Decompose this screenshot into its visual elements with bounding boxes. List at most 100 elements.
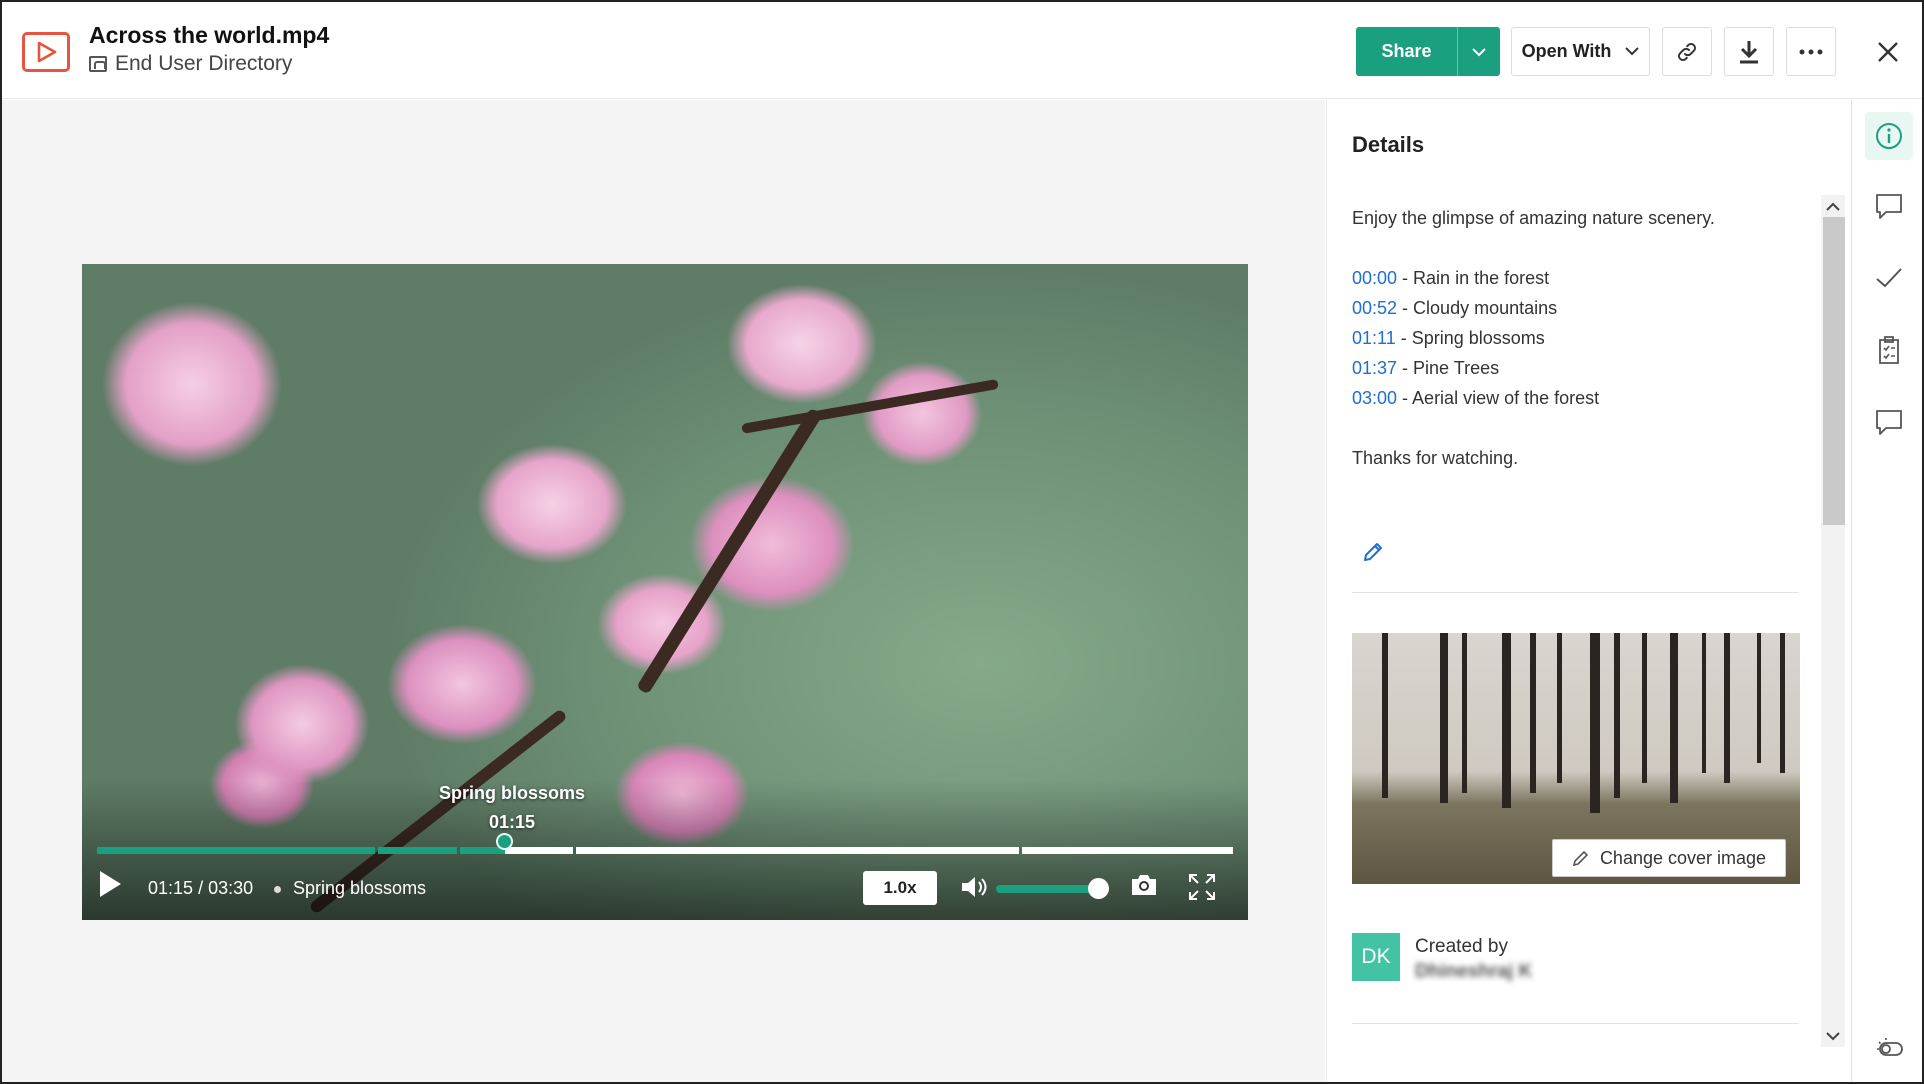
edit-description-button[interactable]	[1362, 541, 1384, 568]
volume-handle[interactable]	[1088, 878, 1109, 899]
download-icon	[1740, 40, 1758, 63]
details-panel: Details Enjoy the glimpse of amazing nat…	[1326, 100, 1851, 1082]
cover-tree	[1702, 633, 1706, 773]
current-chapter: Spring blossoms	[293, 878, 427, 898]
duration: 03:30	[208, 878, 254, 898]
rail-info-button[interactable]	[1865, 112, 1913, 160]
file-name: Across the world.mp4	[89, 22, 330, 48]
cover-tree	[1642, 633, 1647, 783]
chapter-label: - Cloudy mountains	[1397, 298, 1558, 318]
download-button[interactable]	[1724, 27, 1774, 76]
chapter-tooltip: Spring blossoms 01:15	[432, 779, 592, 837]
created-by-label: Created by	[1415, 936, 1508, 957]
separator-dot	[274, 886, 281, 893]
chapter-item: 00:52 - Cloudy mountains	[1352, 298, 1797, 328]
chapter-timestamp-link[interactable]: 00:00	[1352, 268, 1397, 288]
comment-icon	[1876, 194, 1902, 219]
rail-theme-button[interactable]	[1865, 1024, 1913, 1072]
video-file-icon	[22, 32, 70, 72]
breadcrumb[interactable]: End User Directory	[89, 52, 292, 76]
open-with-label: Open With	[1521, 41, 1612, 61]
change-cover-button[interactable]: Change cover image	[1552, 839, 1786, 877]
more-options-button[interactable]	[1786, 27, 1836, 76]
video-frame-branch	[741, 378, 999, 434]
play-button[interactable]	[98, 870, 122, 903]
divider	[1352, 592, 1799, 593]
cover-tree	[1502, 633, 1511, 808]
avatar: DK	[1352, 933, 1400, 981]
chevron-down-icon	[1472, 47, 1486, 56]
link-icon	[1678, 42, 1696, 61]
chapter-item: 01:37 - Pine Trees	[1352, 358, 1797, 388]
snapshot-button[interactable]	[1130, 873, 1158, 902]
cover-tree	[1590, 633, 1600, 813]
chapter-label: - Pine Trees	[1397, 358, 1500, 378]
cover-tree	[1557, 633, 1562, 783]
chapter-label: - Aerial view of the forest	[1397, 388, 1600, 408]
chapter-segment[interactable]	[97, 847, 375, 854]
fullscreen-button[interactable]	[1188, 873, 1216, 906]
scroll-up-button[interactable]	[1821, 195, 1845, 217]
cover-tree	[1382, 633, 1388, 798]
cover-tree	[1757, 633, 1761, 763]
chapter-timestamp-link[interactable]: 01:37	[1352, 358, 1397, 378]
cover-tree	[1780, 633, 1785, 773]
scroll-down-button[interactable]	[1821, 1025, 1845, 1047]
chapter-segment[interactable]	[505, 847, 573, 854]
fullscreen-icon	[1189, 874, 1215, 900]
chapter-timestamp-link[interactable]: 00:52	[1352, 298, 1397, 318]
close-icon	[1878, 42, 1898, 62]
seek-handle[interactable]	[496, 833, 513, 850]
open-with-button[interactable]: Open With	[1511, 27, 1650, 76]
description-block: Enjoy the glimpse of amazing nature scen…	[1352, 208, 1797, 469]
chapter-item: 01:11 - Spring blossoms	[1352, 328, 1797, 358]
creator-name: Dhineshraj K	[1415, 961, 1533, 982]
share-button-group: Share	[1356, 27, 1500, 76]
seek-bar[interactable]	[97, 847, 1233, 854]
rail-approvals-button[interactable]	[1865, 254, 1913, 302]
scroll-thumb[interactable]	[1823, 217, 1845, 525]
chapter-item: 00:00 - Rain in the forest	[1352, 268, 1797, 298]
chapter-segment[interactable]	[1022, 847, 1233, 854]
share-button[interactable]: Share	[1356, 27, 1458, 76]
rail-comments-button[interactable]	[1865, 182, 1913, 230]
pencil-icon	[1364, 543, 1382, 561]
time-separator: /	[198, 878, 204, 898]
rail-tasks-button[interactable]	[1865, 326, 1913, 374]
mute-button[interactable]	[960, 874, 988, 905]
chapter-label: - Rain in the forest	[1397, 268, 1550, 288]
more-icon	[1799, 49, 1823, 54]
header-bar: Across the world.mp4 End User Directory …	[2, 2, 1922, 99]
chapter-timestamp-link[interactable]: 01:11	[1352, 328, 1396, 348]
cover-tree	[1440, 633, 1448, 803]
change-cover-label: Change cover image	[1599, 847, 1767, 868]
camera-icon	[1132, 875, 1156, 895]
checkmark-icon	[1876, 268, 1902, 288]
chapter-timestamp-link[interactable]: 03:00	[1352, 388, 1397, 408]
chapter-segment[interactable]	[576, 847, 1019, 854]
info-icon	[1876, 123, 1902, 149]
chevron-down-icon	[1625, 47, 1640, 56]
description-text: Enjoy the glimpse of amazing nature scen…	[1352, 208, 1715, 228]
panel-scrollbar[interactable]	[1821, 195, 1845, 1047]
video-frame-branch	[636, 407, 823, 695]
share-options-button[interactable]	[1458, 27, 1500, 76]
rail-chat-button[interactable]	[1865, 398, 1913, 446]
cover-tree	[1724, 633, 1730, 783]
app-window: Across the world.mp4 End User Directory …	[0, 0, 1924, 1084]
play-icon	[100, 871, 121, 897]
pencil-icon	[1572, 850, 1589, 867]
cover-image: Change cover image	[1352, 633, 1800, 884]
volume-slider[interactable]	[996, 885, 1096, 893]
copy-link-button[interactable]	[1662, 27, 1712, 76]
chapter-label: - Spring blossoms	[1395, 328, 1545, 348]
chapter-segment[interactable]	[378, 847, 457, 854]
player-controls: 01:15 / 03:30 Spring blossoms 1.0x	[82, 860, 1248, 920]
cover-tree	[1670, 633, 1678, 803]
video-player[interactable]: Spring blossoms 01:15 01:15 / 03:30 Spri…	[82, 264, 1248, 920]
close-button[interactable]	[1868, 32, 1908, 72]
folder-name[interactable]: End User Directory	[115, 52, 292, 76]
playback-speed-button[interactable]: 1.0x	[863, 871, 937, 905]
cover-tree	[1530, 633, 1536, 793]
volume-icon	[962, 877, 987, 897]
